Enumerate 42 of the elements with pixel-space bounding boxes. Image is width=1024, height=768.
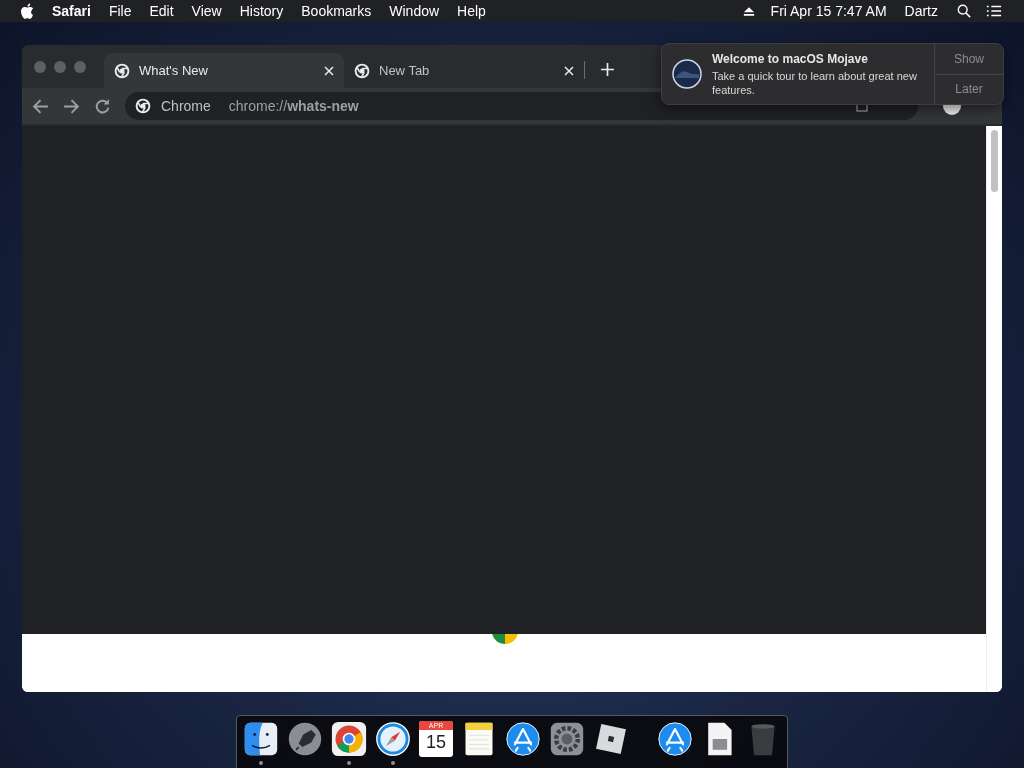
scrollbar[interactable] xyxy=(986,126,1002,692)
tab-title: What's New xyxy=(139,63,209,78)
compass-icon[interactable] xyxy=(375,721,411,757)
tab-title: New Tab xyxy=(379,63,431,78)
app-store-icon[interactable] xyxy=(505,721,541,757)
app-store-icon[interactable] xyxy=(657,721,693,757)
menu-item[interactable]: View xyxy=(191,3,222,19)
search-icon[interactable] xyxy=(956,4,972,18)
user-name-menu[interactable]: Dartz xyxy=(904,3,938,19)
square-tile-icon[interactable] xyxy=(593,721,629,757)
browser-tab[interactable]: What's New xyxy=(104,53,344,88)
finder-icon[interactable] xyxy=(243,721,279,757)
eject-icon[interactable] xyxy=(742,5,755,17)
menu-item[interactable]: Edit xyxy=(149,3,174,19)
mountain-disc-icon xyxy=(672,59,702,89)
notification-title: Welcome to macOS Mojave xyxy=(712,51,869,66)
menu-item[interactable]: History xyxy=(239,3,284,19)
chrome-icon[interactable] xyxy=(331,721,367,757)
rocket-icon[interactable] xyxy=(287,721,323,757)
menu-item[interactable]: Window xyxy=(389,3,440,19)
app-name-menu[interactable]: Safari xyxy=(52,3,91,19)
notification-button[interactable]: Later xyxy=(935,74,1003,104)
gear-icon[interactable] xyxy=(549,721,585,757)
menu-bar-clock[interactable]: Fri Apr 15 7:47 AM xyxy=(770,3,887,19)
list-icon[interactable] xyxy=(986,4,1002,18)
menu-item[interactable]: File xyxy=(108,3,132,19)
back-arrow-icon[interactable] xyxy=(32,97,49,115)
menu-item[interactable]: Bookmarks xyxy=(301,3,372,19)
close-tab-icon[interactable] xyxy=(324,65,334,76)
forward-arrow-icon[interactable] xyxy=(63,97,80,115)
notification-button[interactable]: Show xyxy=(935,44,1003,75)
close-tab-icon[interactable] xyxy=(564,65,574,76)
reload-icon[interactable] xyxy=(94,97,111,115)
chrome-logo-icon xyxy=(135,98,151,114)
new-tab-icon[interactable] xyxy=(601,63,614,76)
site-label: Chrome xyxy=(161,98,211,114)
chrome-logo-icon xyxy=(354,62,370,79)
menu-item[interactable]: Help xyxy=(457,3,486,19)
apple-logo-icon[interactable] xyxy=(20,3,34,19)
chrome-logo-icon xyxy=(114,62,130,79)
browser-tab[interactable]: New Tab xyxy=(344,53,584,88)
url-text: chrome://whats-new xyxy=(228,98,359,114)
